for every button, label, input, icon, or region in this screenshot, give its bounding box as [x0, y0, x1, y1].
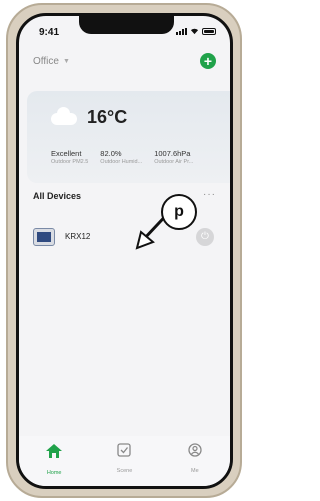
metric-label: Outdoor PM2.5 [51, 159, 89, 165]
wifi-icon [190, 28, 199, 35]
user-icon [188, 443, 202, 457]
header: Office ▼ + [33, 53, 216, 76]
power-icon: ⏻ [201, 231, 209, 242]
metric-pressure: 1007.6hPa Outdoor Air Pr... [154, 149, 193, 165]
chevron-down-icon: ▼ [62, 58, 70, 65]
home-icon [46, 444, 63, 458]
power-button[interactable]: ⏻ [196, 228, 214, 246]
home-selector[interactable]: Office ▼ [33, 56, 216, 67]
tab-scene[interactable]: Scene [100, 443, 148, 477]
tab-label: Scene [116, 468, 133, 474]
home-name: Office [33, 56, 59, 67]
tab-label: Me [190, 468, 199, 474]
all-devices-title: All Devices [33, 191, 82, 201]
notch [79, 16, 174, 34]
metric-pm25: Excellent Outdoor PM2.5 [51, 149, 88, 165]
app-screen: 9:41 Office ▼ + 16°C Excellent Outdoor P… [16, 13, 233, 489]
metric-value: 1007.6hPa [154, 149, 191, 158]
metric-label: Outdoor Humid... [100, 159, 143, 165]
tab-home[interactable]: Home [30, 443, 78, 479]
status-icons [176, 27, 216, 35]
tab-me[interactable]: Me [171, 443, 219, 477]
signal-icon [176, 28, 187, 35]
plus-icon: + [203, 53, 213, 69]
tab-bar: Home Scene Me [19, 436, 230, 486]
tab-label: Home [46, 470, 62, 476]
add-device-button[interactable]: + [200, 53, 216, 69]
phone-frame: 9:41 Office ▼ + 16°C Excellent Outdoor P… [6, 3, 242, 498]
device-thumbnail-icon [33, 228, 55, 246]
metric-value: 82.0% [100, 149, 122, 158]
metric-label: Outdoor Air Pr... [154, 159, 194, 165]
weather-card[interactable]: 16°C Excellent Outdoor PM2.5 82.0% Outdo… [27, 91, 230, 183]
status-bar: 9:41 [19, 16, 230, 44]
more-options-icon[interactable]: ··· [203, 189, 216, 200]
weather-metrics: Excellent Outdoor PM2.5 82.0% Outdoor Hu… [51, 149, 193, 165]
battery-icon [202, 28, 216, 35]
metric-value: Excellent [51, 149, 82, 158]
device-name: KRX12 [65, 232, 91, 241]
status-time: 9:41 [39, 27, 60, 38]
cloud-icon [51, 107, 77, 125]
annotation-letter: p [161, 194, 197, 230]
temperature: 16°C [87, 107, 128, 127]
checkbox-icon [117, 443, 132, 457]
metric-humidity: 82.0% Outdoor Humid... [100, 149, 142, 165]
